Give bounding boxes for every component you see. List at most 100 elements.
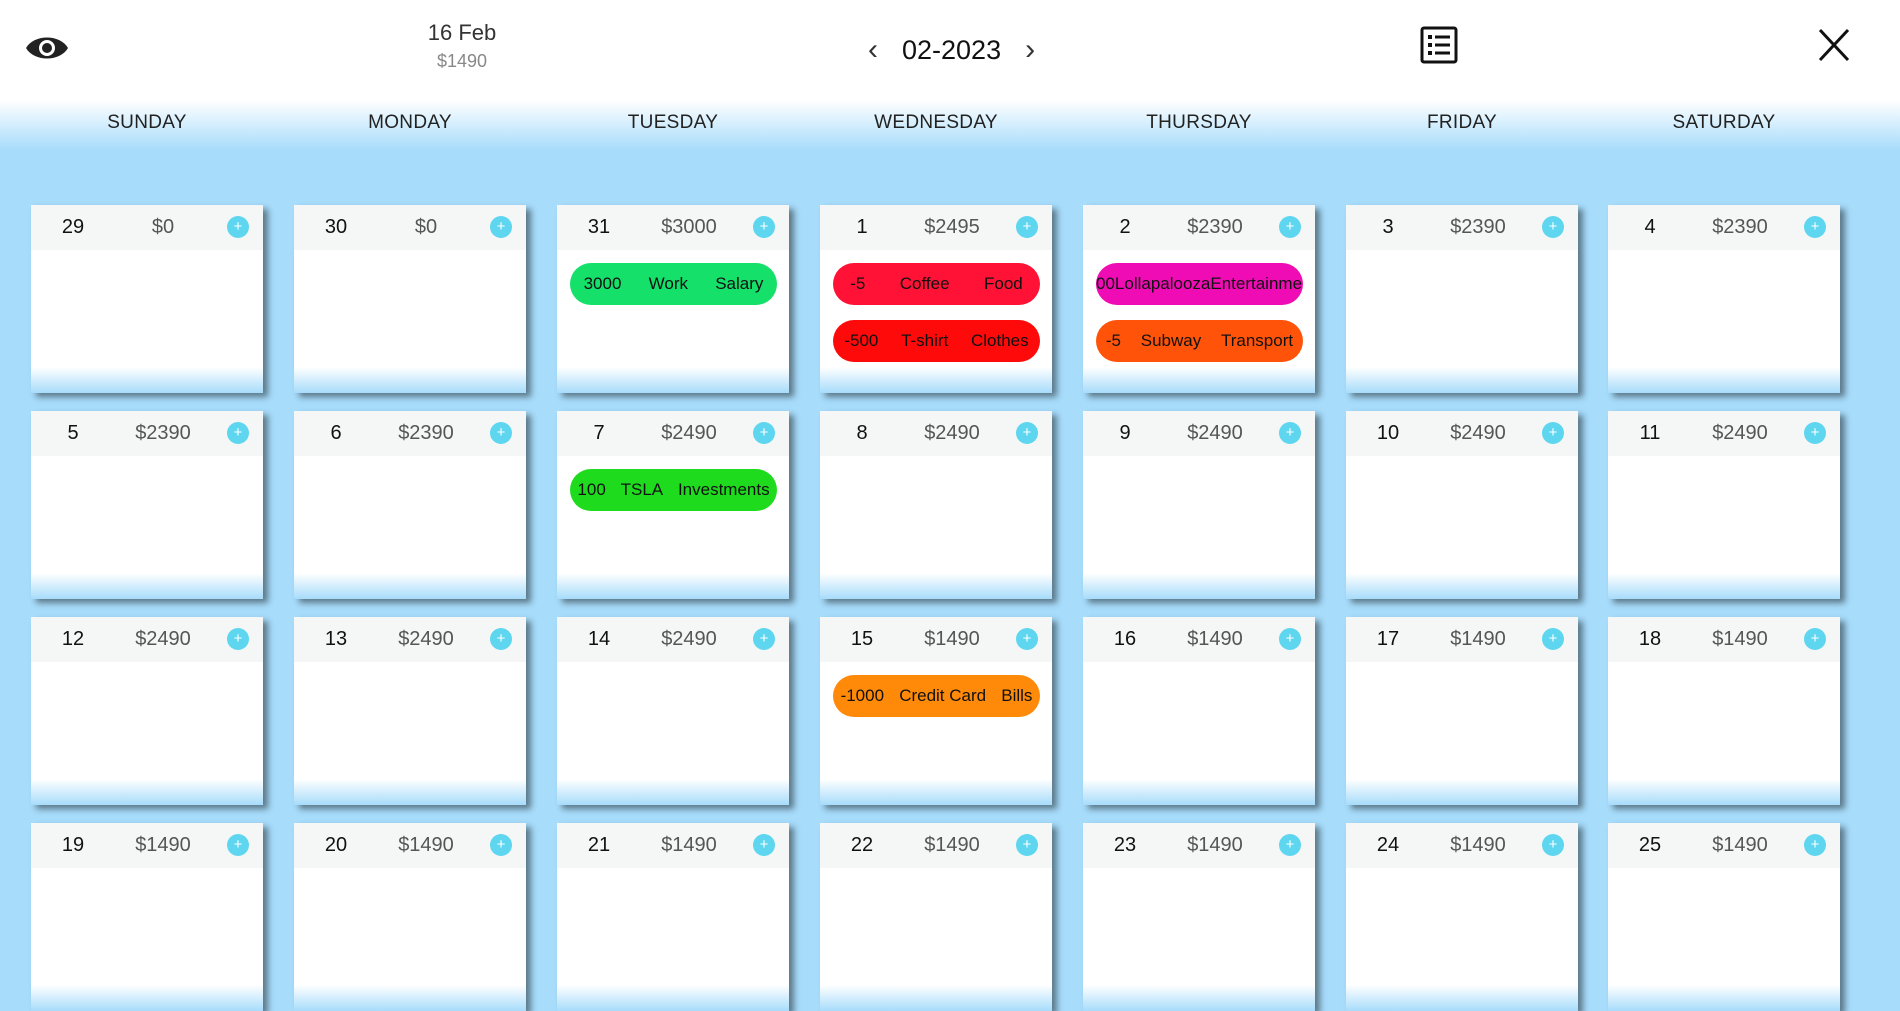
add-transaction-button[interactable]: +: [227, 422, 249, 444]
day-cell[interactable]: 17 $1490 +: [1346, 617, 1578, 805]
day-cell[interactable]: 29 $0 +: [31, 205, 263, 393]
day-cell[interactable]: 7 $2490 +100 TSLA Investments: [557, 411, 789, 599]
day-number: 18: [1638, 628, 1662, 650]
day-cell-header: 21 $1490 +: [557, 823, 789, 868]
day-cell[interactable]: 18 $1490 +: [1608, 617, 1840, 805]
transaction-pill[interactable]: -5 Coffee Food: [833, 263, 1040, 305]
add-transaction-button[interactable]: +: [1804, 422, 1826, 444]
add-transaction-button[interactable]: +: [1016, 216, 1038, 238]
day-number: 29: [61, 216, 85, 238]
add-transaction-button[interactable]: +: [1279, 628, 1301, 650]
top-bar: 16 Feb $1490 ‹ 02-2023 ›: [0, 0, 1900, 100]
day-cell[interactable]: 10 $2490 +: [1346, 411, 1578, 599]
day-cell[interactable]: 15 $1490 + -1000 Credit Card Bills: [820, 617, 1052, 805]
day-cell-header: 5 $2390 +: [31, 411, 263, 456]
weekday-friday: FRIDAY: [1426, 112, 1498, 133]
day-cell[interactable]: 30 $0 +: [294, 205, 526, 393]
weekday-wednesday: WEDNESDAY: [874, 112, 998, 133]
add-transaction-button[interactable]: +: [227, 628, 249, 650]
day-cell[interactable]: 25 $1490 +: [1608, 823, 1840, 1011]
day-cell[interactable]: 12 $2490 +: [31, 617, 263, 805]
day-balance: $2495: [924, 216, 980, 238]
day-cell[interactable]: 11 $2490 +: [1608, 411, 1840, 599]
add-transaction-button[interactable]: +: [1279, 834, 1301, 856]
day-cell[interactable]: 13 $2490 +: [294, 617, 526, 805]
add-transaction-button[interactable]: +: [1016, 834, 1038, 856]
add-transaction-button[interactable]: +: [490, 628, 512, 650]
add-transaction-button[interactable]: +: [1016, 628, 1038, 650]
day-cell[interactable]: 19 $1490 +: [31, 823, 263, 1011]
transaction-pill[interactable]: -5 Subway Transport: [1096, 320, 1303, 362]
add-transaction-button[interactable]: +: [1279, 216, 1301, 238]
add-transaction-button[interactable]: +: [753, 628, 775, 650]
add-transaction-button[interactable]: +: [490, 834, 512, 856]
day-cell-footer: [1608, 367, 1840, 393]
day-number: 14: [587, 628, 611, 650]
add-transaction-button[interactable]: +: [753, 834, 775, 856]
day-cell[interactable]: 22 $1490 +: [820, 823, 1052, 1011]
day-cell[interactable]: 1 $2495 + -5 Coffee Food -500 T-shirt Clothes: [820, 205, 1052, 393]
add-transaction-button[interactable]: +: [1542, 422, 1564, 444]
day-cell[interactable]: 21 $1490 +: [557, 823, 789, 1011]
day-cell[interactable]: 20 $1490 +: [294, 823, 526, 1011]
next-month-button[interactable]: ›: [1017, 32, 1043, 68]
day-number: 10: [1376, 422, 1400, 444]
add-transaction-button[interactable]: +: [1279, 422, 1301, 444]
add-transaction-button[interactable]: +: [490, 216, 512, 238]
day-cell[interactable]: 4 $2390 +: [1608, 205, 1840, 393]
add-transaction-button[interactable]: +: [1804, 628, 1826, 650]
day-cell[interactable]: 2 $2390 + 00LollapaloozaEntertainme -5 Subway…: [1083, 205, 1315, 393]
day-cell-footer: [1608, 985, 1840, 1011]
day-number: 17: [1376, 628, 1400, 650]
day-cell-header: 6 $2390 +: [294, 411, 526, 456]
add-transaction-button[interactable]: +: [1804, 834, 1826, 856]
day-cell[interactable]: 14 $2490 +: [557, 617, 789, 805]
close-icon[interactable]: [1818, 28, 1850, 62]
day-number: 2: [1119, 216, 1131, 238]
day-balance: $0: [151, 216, 175, 238]
add-transaction-button[interactable]: +: [1016, 422, 1038, 444]
day-balance: $1490: [1187, 834, 1243, 856]
transaction-category: Investments: [677, 480, 770, 499]
transaction-pill[interactable]: 3000 Work Salary: [570, 263, 777, 305]
day-cell-header: 20 $1490 +: [294, 823, 526, 868]
day-cell[interactable]: 9 $2490 +: [1083, 411, 1315, 599]
day-number: 9: [1119, 422, 1131, 444]
day-cell-footer: [31, 367, 263, 393]
weekday-saturday: SATURDAY: [1672, 112, 1776, 133]
transaction-pill[interactable]: -1000 Credit Card Bills: [833, 675, 1040, 717]
add-transaction-button[interactable]: +: [1542, 834, 1564, 856]
day-cell-header: 2 $2390 +: [1083, 205, 1315, 250]
add-transaction-button[interactable]: +: [1542, 216, 1564, 238]
day-cell[interactable]: 3 $2390 +: [1346, 205, 1578, 393]
add-transaction-button[interactable]: +: [753, 422, 775, 444]
add-transaction-button[interactable]: +: [1804, 216, 1826, 238]
add-transaction-button[interactable]: +: [1542, 628, 1564, 650]
transaction-pill[interactable]: -500 T-shirt Clothes: [833, 320, 1040, 362]
day-cell[interactable]: 16 $1490 +: [1083, 617, 1315, 805]
day-cell-header: 25 $1490 +: [1608, 823, 1840, 868]
day-number: 4: [1644, 216, 1656, 238]
list-icon[interactable]: [1420, 26, 1458, 64]
prev-month-button[interactable]: ‹: [860, 32, 886, 68]
day-cell-footer: [820, 367, 1052, 393]
day-number: 7: [593, 422, 605, 444]
day-cell[interactable]: 8 $2490 +: [820, 411, 1052, 599]
day-number: 25: [1638, 834, 1662, 856]
transaction-pill[interactable]: 00LollapaloozaEntertainme: [1096, 263, 1303, 305]
eye-icon[interactable]: [24, 30, 70, 66]
day-cell[interactable]: 23 $1490 +: [1083, 823, 1315, 1011]
transaction-category: Salary: [715, 274, 764, 293]
transaction-pill[interactable]: 100 TSLA Investments: [570, 469, 777, 511]
day-cell[interactable]: 24 $1490 +: [1346, 823, 1578, 1011]
add-transaction-button[interactable]: +: [227, 834, 249, 856]
transaction-name: Coffee: [899, 274, 950, 293]
add-transaction-button[interactable]: +: [753, 216, 775, 238]
day-cell-header: 8 $2490 +: [820, 411, 1052, 456]
add-transaction-button[interactable]: +: [227, 216, 249, 238]
day-cell[interactable]: 6 $2390 +: [294, 411, 526, 599]
day-cell[interactable]: 31 $3000 +3000 Work Salary: [557, 205, 789, 393]
transaction-category: Food: [984, 274, 1023, 293]
add-transaction-button[interactable]: +: [490, 422, 512, 444]
day-cell[interactable]: 5 $2390 +: [31, 411, 263, 599]
